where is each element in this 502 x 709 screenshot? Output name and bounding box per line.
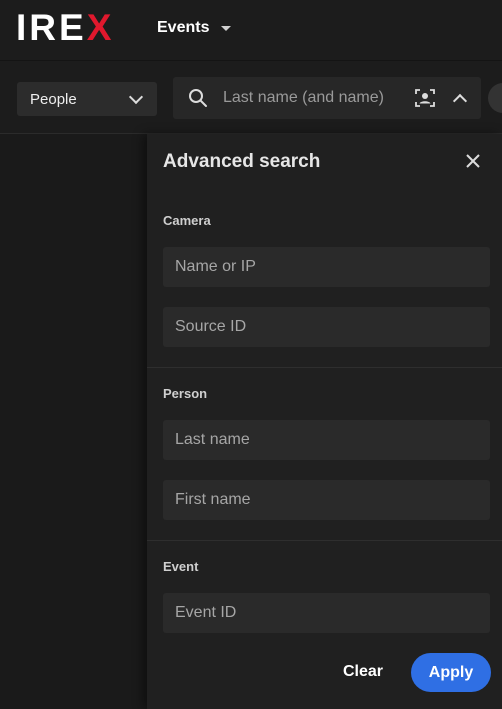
chevron-down-icon [128, 89, 144, 104]
section-divider [147, 540, 502, 541]
event-id-input[interactable] [163, 593, 490, 633]
source-id-input[interactable] [163, 307, 490, 347]
collapse-advanced-button[interactable] [449, 87, 471, 109]
caret-down-icon [221, 25, 232, 31]
person-section-label: Person [163, 386, 208, 401]
search-box [173, 77, 481, 119]
nav-label: Events [157, 19, 210, 36]
logo-text: IREX [16, 7, 115, 48]
more-button[interactable] [488, 83, 502, 113]
irex-logo[interactable]: IREX [16, 7, 115, 48]
app-root: IREX Events People Last name (and name) … [0, 0, 502, 709]
event-section-label: Event [163, 559, 199, 574]
clear-button[interactable]: Clear [333, 653, 393, 691]
camera-section-label: Camera [163, 213, 211, 228]
close-icon[interactable] [464, 152, 482, 170]
top-bar: IREX Events [0, 0, 502, 60]
type-select[interactable]: People [17, 82, 157, 116]
face-search-icon[interactable] [415, 88, 435, 108]
camera-name-input[interactable] [163, 247, 490, 287]
search-icon [189, 89, 207, 107]
chevron-up-icon [452, 93, 468, 108]
events-nav-menu[interactable]: Events [157, 17, 232, 39]
type-select-value: People [30, 90, 77, 108]
first-name-input[interactable] [163, 480, 490, 520]
filter-bar: People [0, 60, 502, 134]
section-divider [147, 367, 502, 368]
apply-button[interactable]: Apply [411, 653, 491, 692]
search-input[interactable] [223, 77, 403, 119]
advanced-search-panel: Advanced search Camera Person Event Clea… [147, 134, 502, 709]
panel-title: Advanced search [163, 151, 321, 172]
last-name-input[interactable] [163, 420, 490, 460]
